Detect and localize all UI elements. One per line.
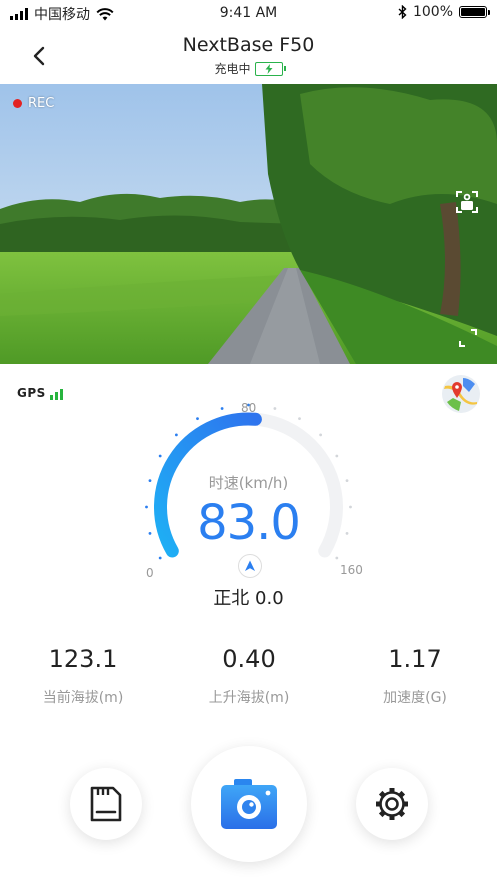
speed-unit-label: 时速(km/h) <box>208 474 289 492</box>
gauge-tick <box>174 433 178 437</box>
storage-button[interactable] <box>70 768 142 840</box>
gauge-max-label: 160 <box>340 563 363 577</box>
status-bar: 中国移动 9:41 AM 100% <box>0 0 497 28</box>
page-title: NextBase F50 <box>182 34 315 56</box>
gauge-tick <box>273 407 277 410</box>
camera-switch-icon <box>456 191 478 213</box>
rec-label: REC <box>28 96 55 111</box>
stat-acceleration: 1.17 加速度(G) <box>332 645 497 707</box>
gear-tooth <box>378 810 386 818</box>
camera-icon <box>221 779 277 829</box>
status-right: 100% <box>398 4 490 20</box>
gauge-min-label: 0 <box>146 566 154 580</box>
gauge-tick <box>220 407 224 410</box>
settings-button[interactable] <box>356 768 428 840</box>
gauge-tick <box>298 417 301 421</box>
gear-tooth <box>398 810 406 818</box>
compass-badge <box>238 554 262 578</box>
stat-value: 1.17 <box>388 645 442 673</box>
camera-preview[interactable]: REC <box>0 84 497 364</box>
gauge-tick <box>335 454 339 458</box>
gps-status: GPS <box>17 386 63 400</box>
gear-icon <box>376 788 408 820</box>
fullscreen-icon <box>459 329 477 347</box>
gear-tooth <box>398 790 406 798</box>
gauge-mid-label: 80 <box>241 401 257 415</box>
live-view-image <box>0 84 497 364</box>
recording-indicator: REC <box>13 96 54 111</box>
charging-label: 充电中 <box>214 62 251 76</box>
gauge-tick <box>196 417 199 421</box>
gps-label: GPS <box>17 386 46 400</box>
charging-battery-icon <box>254 61 286 76</box>
stat-altitude-gain: 0.40 上升海拔(m) <box>166 645 332 707</box>
charging-status: 充电中 <box>0 60 497 77</box>
battery-icon <box>459 6 490 18</box>
speed-value: 83.0 <box>197 495 301 551</box>
stat-label: 加速度(G) <box>383 690 447 706</box>
gauge-tick <box>335 556 339 560</box>
action-bar <box>0 740 497 880</box>
gps-signal-icon <box>49 389 63 400</box>
speed-gauge: 0 80 160 时速(km/h) 83.0 正北 0.0 <box>0 400 497 620</box>
nav-header: NextBase F50 充电中 <box>0 28 497 84</box>
bluetooth-icon <box>398 5 407 19</box>
capture-button[interactable] <box>191 746 307 862</box>
gauge-tick <box>158 454 162 458</box>
gear-tooth <box>378 790 386 798</box>
stat-current-altitude: 123.1 当前海拔(m) <box>0 645 166 707</box>
stat-label: 当前海拔(m) <box>42 690 124 706</box>
fullscreen-button[interactable] <box>458 328 478 348</box>
gauge-tick <box>158 556 162 560</box>
navigation-arrow-icon <box>245 560 255 571</box>
stat-label: 上升海拔(m) <box>208 690 290 706</box>
gauge-tick <box>319 433 323 437</box>
sd-card-icon <box>90 786 122 822</box>
camera-switch-button[interactable] <box>455 190 479 214</box>
stat-value: 123.1 <box>48 645 118 673</box>
heading-readout: 正北 0.0 <box>213 588 284 609</box>
battery-percent: 100% <box>412 4 453 20</box>
record-dot-icon <box>13 99 22 108</box>
stat-value: 0.40 <box>222 645 276 673</box>
